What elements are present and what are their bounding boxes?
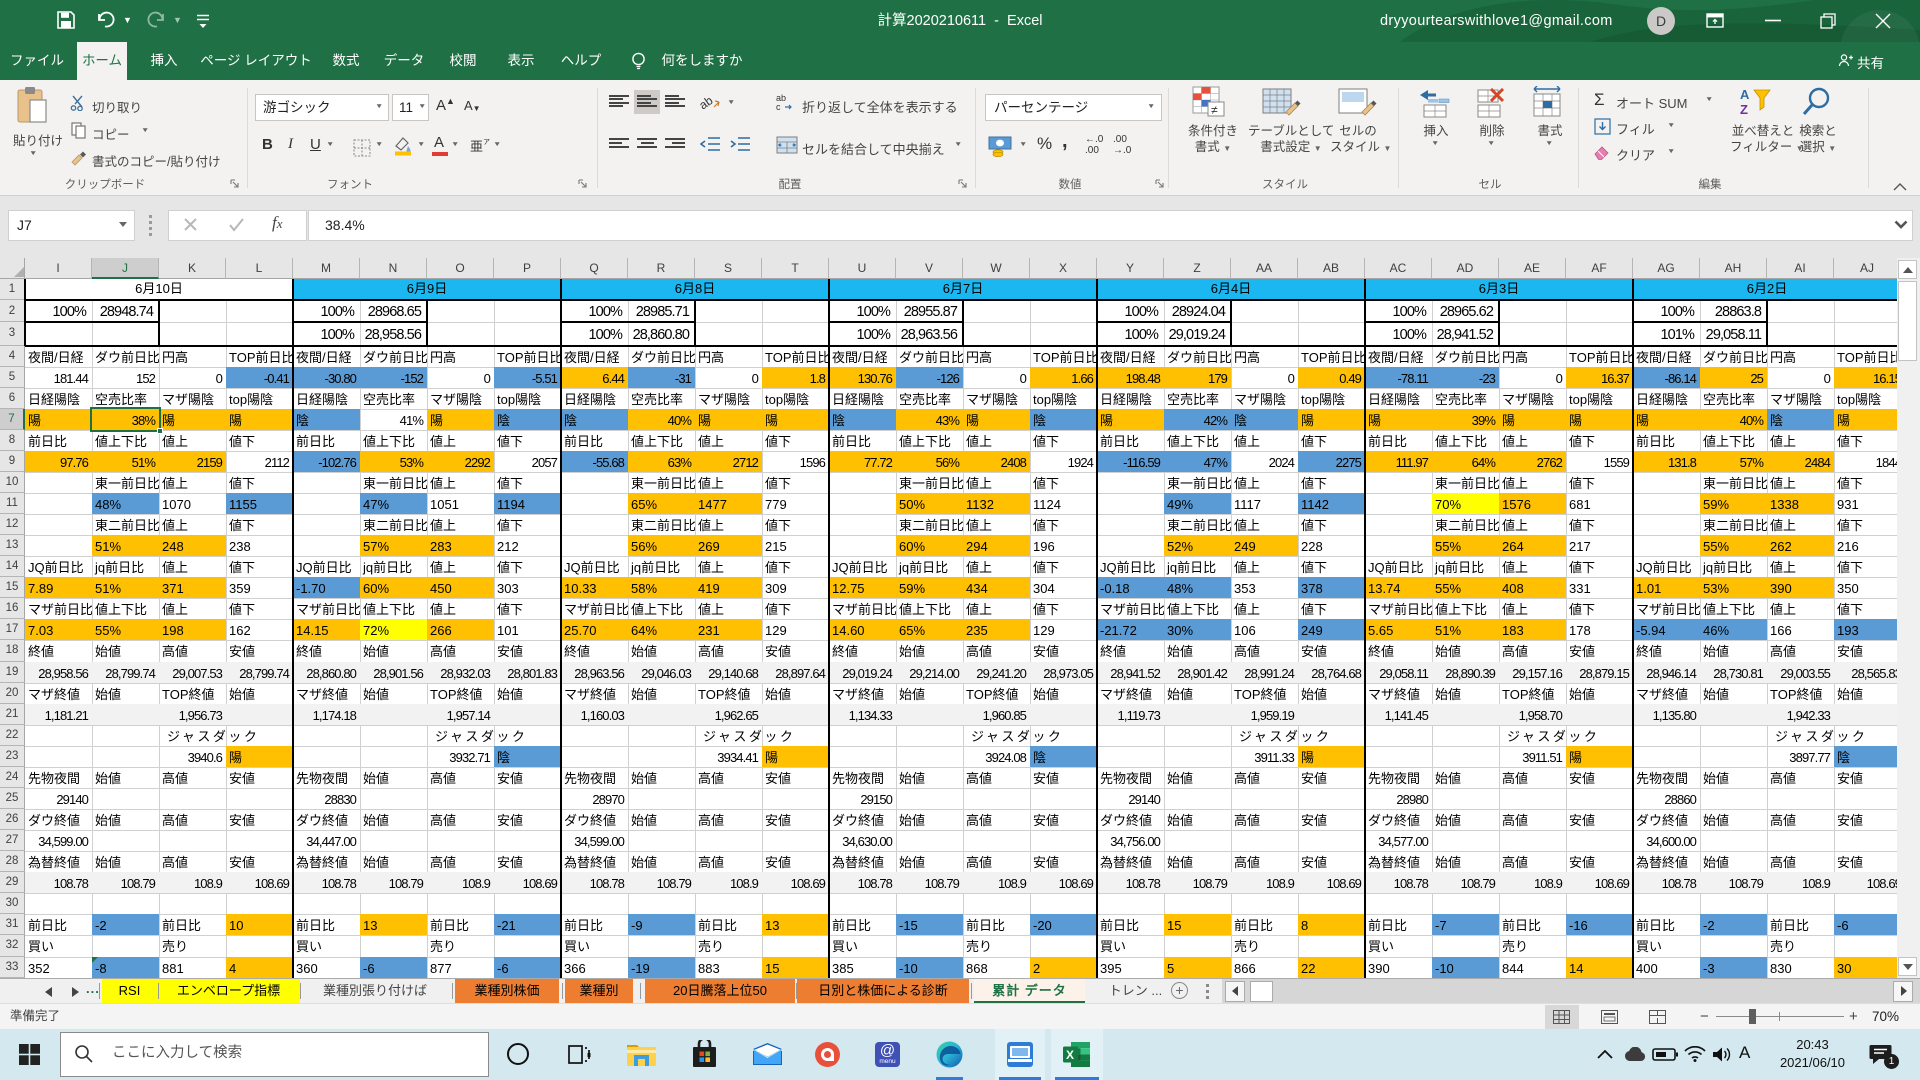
svg-text:ア: ア — [483, 138, 490, 146]
svg-text:ab: ab — [700, 94, 716, 112]
svg-text:A: A — [1740, 87, 1750, 102]
svg-text:c: c — [776, 102, 781, 112]
svg-text:亜: 亜 — [470, 139, 483, 154]
svg-text:X: X — [1066, 1048, 1074, 1062]
svg-text:≠: ≠ — [1211, 103, 1218, 117]
svg-text:Z: Z — [1740, 102, 1748, 117]
